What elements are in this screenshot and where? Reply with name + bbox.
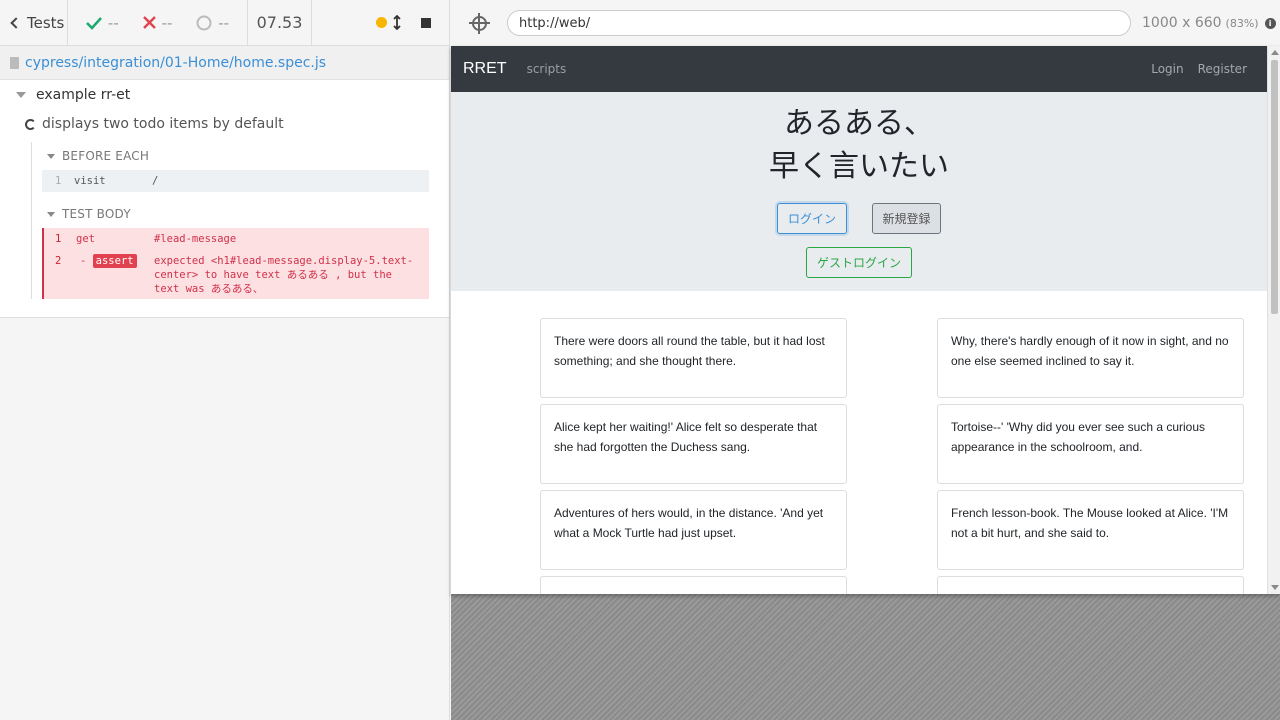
command-name: visit (74, 175, 106, 187)
navbar-brand[interactable]: RRET (463, 60, 507, 78)
command-name: get (76, 233, 95, 245)
suite-title-text: example rr-et (36, 87, 131, 103)
lead-message: あるある、 早く言いたい (451, 102, 1267, 188)
url-bar[interactable]: http://web/ (507, 10, 1131, 36)
runnable-list: example rr-et displays two todo items by… (0, 80, 449, 318)
pending-count: -- (218, 13, 230, 32)
card[interactable]: French lesson-book. The Mouse looked at … (937, 490, 1244, 570)
command-message: #lead-message (154, 233, 237, 245)
test-stats: -- -- -- (68, 0, 248, 45)
command-message: / (152, 175, 159, 187)
hooks-section: BEFORE EACH 1 visit / TEST BODY 1 get #l… (31, 142, 429, 299)
nav-register-link[interactable]: Register (1198, 62, 1247, 76)
failed-stat: -- (142, 13, 173, 32)
command-number: 2 (55, 255, 62, 267)
viewport-scale: (83%) (1225, 16, 1259, 30)
command-visit[interactable]: 1 visit / (42, 170, 429, 192)
tests-label: Tests (27, 13, 65, 32)
spec-path-text: cypress/integration/01-Home/home.spec.js (25, 54, 327, 71)
crosshair-icon (468, 12, 490, 34)
check-icon (85, 16, 102, 30)
auto-scroll-icon[interactable] (393, 15, 401, 30)
test-body-hook[interactable]: TEST BODY (42, 200, 429, 228)
chevron-left-icon (10, 16, 22, 29)
command-number: 1 (55, 175, 62, 187)
login-button[interactable]: ログイン (777, 203, 847, 234)
pending-circle-icon (196, 15, 212, 30)
nav-right: Login Register (1151, 62, 1247, 76)
scroll-thumb[interactable] (1271, 60, 1278, 314)
before-each-title: BEFORE EACH (62, 149, 150, 163)
test-body-title: TEST BODY (62, 207, 131, 221)
register-button[interactable]: 新規登録 (872, 203, 941, 234)
guest-login-button[interactable]: ゲストログイン (806, 247, 912, 278)
app-navbar: RRET scripts Login Register (451, 46, 1267, 92)
card[interactable]: There were doors all round the table, bu… (540, 318, 847, 398)
scrollbar[interactable] (1267, 46, 1280, 594)
tests-button[interactable]: Tests (0, 0, 68, 45)
refresh-icon (25, 118, 36, 130)
nav-login-link[interactable]: Login (1151, 62, 1183, 76)
file-icon (10, 56, 19, 69)
jumbotron: あるある、 早く言いたい ログイン 新規登録 ゲストログイン (451, 92, 1267, 291)
caret-down-icon (16, 92, 26, 98)
card[interactable]: Why, there's hardly enough of it now in … (937, 318, 1244, 398)
info-icon: i (1264, 17, 1276, 29)
assert-badge: assert (92, 254, 137, 268)
card-partial[interactable] (937, 576, 1244, 594)
command-prefix: - (80, 255, 87, 267)
running-indicator-icon (376, 17, 387, 28)
reporter-panel: Tests -- -- -- 07.53 cypress/integration… (0, 0, 450, 720)
reporter-controls (312, 0, 449, 45)
pending-stat: -- (196, 14, 229, 32)
before-each-hook[interactable]: BEFORE EACH (42, 142, 429, 170)
caret-down-icon (47, 153, 55, 159)
viewport-size: 1000 x 660 (1142, 15, 1222, 31)
lead-line-2: 早く言いたい (769, 149, 949, 184)
lead-line-1: あるある、 (784, 106, 934, 141)
duration: 07.53 (248, 0, 312, 45)
selector-playground-button[interactable] (451, 12, 507, 34)
viewport-info[interactable]: 1000 x 660 (83%) i (1142, 15, 1276, 31)
reporter-header: Tests -- -- -- 07.53 (0, 0, 449, 46)
failed-count: -- (161, 13, 173, 32)
spec-path[interactable]: cypress/integration/01-Home/home.spec.js (0, 46, 449, 80)
scroll-down-icon[interactable] (1271, 585, 1279, 590)
command-number: 1 (55, 233, 62, 245)
assert-message: expected <h1#lead-message.display-5.text… (154, 255, 414, 295)
x-icon (142, 16, 156, 29)
command-assert[interactable]: 2 - assert expected <h1#lead-message.dis… (42, 250, 429, 299)
test-title-text: displays two todo items by default (42, 116, 284, 132)
card[interactable]: Tortoise--' 'Why did you ever see such a… (937, 404, 1244, 484)
test-title[interactable]: displays two todo items by default (0, 110, 449, 138)
card[interactable]: Adventures of hers would, in the distanc… (540, 490, 847, 570)
scroll-up-icon[interactable] (1271, 50, 1279, 55)
nav-scripts-link[interactable]: scripts (527, 62, 567, 76)
passed-count: -- (107, 13, 119, 32)
command-get[interactable]: 1 get #lead-message (42, 228, 429, 250)
aut-header: http://web/ 1000 x 660 (83%) i (451, 0, 1280, 46)
card-partial[interactable] (540, 576, 847, 594)
card[interactable]: Alice kept her waiting!' Alice felt so d… (540, 404, 847, 484)
caret-down-icon (47, 211, 55, 217)
command-name-wrap: - assert (76, 254, 154, 296)
suite-title[interactable]: example rr-et (0, 80, 449, 110)
stop-icon[interactable] (421, 17, 431, 28)
aut-iframe: RRET scripts Login Register あるある、 早く言いたい… (451, 46, 1280, 594)
passed-stat: -- (85, 13, 119, 32)
